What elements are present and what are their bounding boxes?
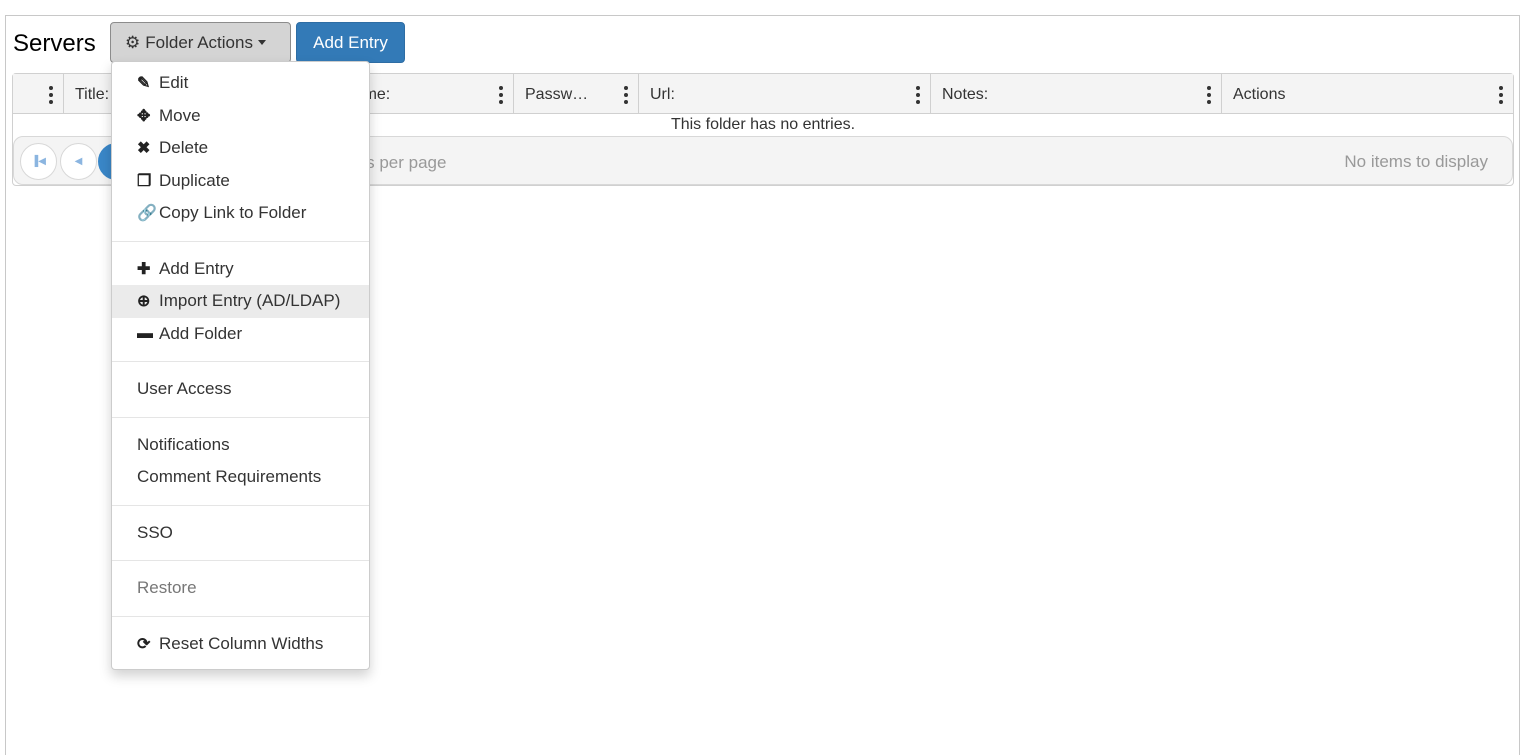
column-menu-icon[interactable] [49, 86, 53, 104]
menu-item-label: Notifications [137, 434, 230, 454]
menu-item-label: Restore [137, 578, 197, 598]
menu-item-add-folder[interactable]: ▬ Add Folder [112, 318, 369, 351]
folder-icon: ▬ [137, 324, 153, 342]
column-menu-icon[interactable] [499, 86, 503, 104]
menu-item-label: Add Folder [159, 323, 243, 343]
folder-actions-button[interactable]: ⚙ Folder Actions [110, 22, 291, 63]
import-icon: ⊕ [137, 293, 151, 311]
menu-item-move[interactable]: ✥ Move [112, 100, 369, 133]
menu-item-label: Edit [159, 73, 189, 93]
menu-item-user-access[interactable]: User Access [112, 373, 369, 406]
menu-item-label: Copy Link to Folder [159, 203, 307, 223]
column-menu-icon[interactable] [916, 86, 920, 104]
pager-status: No items to display [1344, 152, 1488, 171]
menu-item-label: User Access [137, 379, 232, 399]
menu-item-copy-link-to-folder[interactable]: 🔗 Copy Link to Folder [112, 197, 369, 230]
menu-divider [112, 240, 369, 242]
menu-item-edit[interactable]: ✎ Edit [112, 67, 369, 100]
refresh-icon: ⟳ [137, 635, 151, 653]
menu-item-reset-column-widths[interactable]: ⟳ Reset Column Widths [112, 628, 369, 661]
x-icon: ✖ [137, 140, 151, 158]
column-menu-icon[interactable] [1207, 86, 1211, 104]
menu-item-add-entry[interactable]: ✚ Add Entry [112, 253, 369, 286]
menu-item-notifications[interactable]: Notifications [112, 429, 369, 462]
folder-actions-menu: ✎ Edit ✥ Move ✖ Delete ❐ Duplicate 🔗 Copy Link to… [111, 61, 370, 670]
menu-item-import-entry-ad-ldap[interactable]: ⊕ Import Entry (AD/LDAP) [112, 285, 369, 318]
menu-item-label: Reset Column Widths [159, 633, 324, 653]
column-url[interactable]: Url: [639, 74, 931, 114]
menu-item-label: Move [159, 105, 201, 125]
column-password[interactable]: Passw… [514, 74, 639, 114]
menu-item-restore[interactable]: Restore [112, 572, 369, 605]
menu-item-label: Add Entry [159, 258, 234, 278]
duplicate-icon: ❐ [137, 172, 152, 190]
menu-item-label: SSO [137, 522, 173, 542]
page-title: Servers [13, 30, 96, 57]
menu-item-label: Delete [159, 138, 209, 158]
first-page-button[interactable]: ▐◀ [20, 143, 57, 180]
menu-divider [112, 560, 369, 561]
plus-icon: ✚ [137, 260, 151, 278]
menu-item-sso[interactable]: SSO [112, 517, 369, 550]
link-icon: 🔗 [137, 205, 157, 223]
caret-down-icon [257, 40, 266, 45]
menu-item-label: Import Entry (AD/LDAP) [159, 291, 341, 311]
move-icon: ✥ [137, 107, 151, 125]
column-selector[interactable] [13, 74, 64, 114]
menu-divider [112, 504, 369, 506]
menu-divider [112, 615, 369, 617]
column-notes[interactable]: Notes: [931, 74, 1222, 114]
menu-divider [112, 416, 369, 418]
menu-item-label: Duplicate [159, 170, 230, 190]
menu-item-label: Comment Requirements [137, 467, 322, 487]
column-menu-icon[interactable] [624, 86, 628, 104]
menu-item-delete[interactable]: ✖ Delete [112, 132, 369, 165]
pencil-icon: ✎ [137, 75, 151, 93]
menu-divider [112, 361, 369, 362]
menu-item-duplicate[interactable]: ❐ Duplicate [112, 165, 369, 198]
prev-page-button[interactable]: ◀ [60, 143, 97, 180]
gear-icon: ⚙ [125, 32, 141, 52]
column-actions[interactable]: Actions [1222, 74, 1513, 114]
menu-item-comment-requirements[interactable]: Comment Requirements [112, 461, 369, 494]
folder-actions-label: Folder Actions [145, 32, 253, 52]
column-menu-icon[interactable] [1499, 86, 1503, 104]
add-entry-button[interactable]: Add Entry [296, 22, 405, 63]
